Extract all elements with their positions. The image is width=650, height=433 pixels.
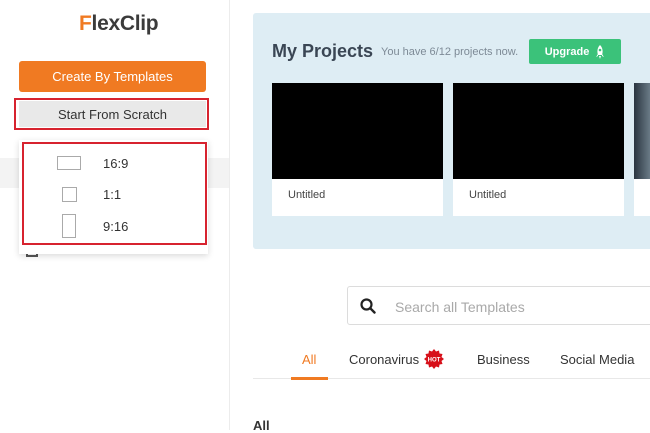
create-by-templates-button[interactable]: Create By Templates <box>19 61 206 92</box>
landscape-ratio-icon <box>57 156 81 170</box>
rocket-icon <box>596 44 605 59</box>
ratio-label: 16:9 <box>103 155 129 171</box>
project-name: Untitled <box>469 189 507 201</box>
upgrade-button[interactable]: Upgrade <box>529 39 621 64</box>
ratio-option-16-9[interactable]: 16:9 <box>24 148 204 178</box>
portrait-ratio-icon <box>62 214 76 238</box>
ratio-option-9-16[interactable]: 9:16 <box>24 211 204 241</box>
start-from-scratch-button[interactable]: Start From Scratch <box>19 101 206 127</box>
template-search-box <box>347 286 650 325</box>
section-title: All <box>253 418 270 433</box>
logo-f-letter: F <box>79 12 92 35</box>
hot-badge-text: HOT <box>428 358 441 364</box>
hot-badge-icon: HOT <box>424 349 444 369</box>
project-card[interactable]: Untitled <box>453 83 624 216</box>
tab-social-media[interactable]: Social Media <box>560 352 634 367</box>
project-card-partial[interactable] <box>634 83 650 216</box>
ratio-label: 1:1 <box>103 186 122 202</box>
my-projects-title: My Projects <box>272 41 374 61</box>
project-card[interactable]: Untitled <box>272 83 443 216</box>
tab-coronavirus[interactable]: Coronavirus <box>349 352 419 367</box>
sidebar: FlexClip Create By Templates Start From … <box>0 0 230 430</box>
project-thumbnail[interactable] <box>634 83 650 179</box>
upgrade-label: Upgrade <box>544 45 590 58</box>
project-thumbnail[interactable] <box>272 83 443 179</box>
search-icon <box>360 298 376 314</box>
search-input[interactable] <box>393 296 650 318</box>
active-tab-indicator <box>291 377 328 380</box>
project-thumbnail[interactable] <box>453 83 624 179</box>
flexclip-logo[interactable]: FlexClip <box>79 12 159 36</box>
ratio-option-1-1[interactable]: 1:1 <box>24 179 204 209</box>
project-name: Untitled <box>288 189 326 201</box>
project-count-text: You have 6/12 projects now. <box>381 46 519 58</box>
tab-all[interactable]: All <box>302 352 316 367</box>
ratio-label: 9:16 <box>103 218 129 234</box>
tab-business[interactable]: Business <box>477 352 530 367</box>
logo-text: lexClip <box>91 12 159 35</box>
square-ratio-icon <box>61 186 77 202</box>
